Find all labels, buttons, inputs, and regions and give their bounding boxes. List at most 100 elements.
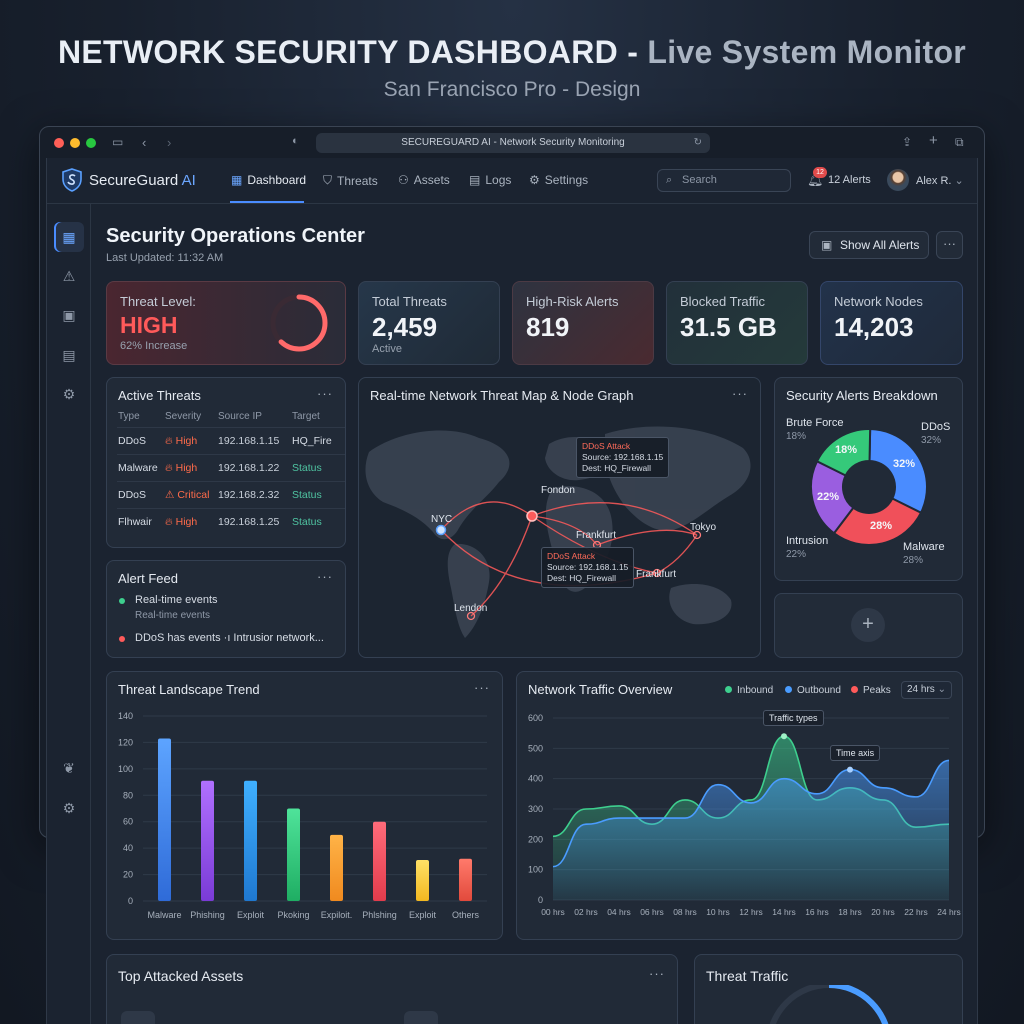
kpi-threat-level[interactable]: Threat Level: HIGH 62% Increase xyxy=(106,281,346,365)
row3-ip: 192.168.2.32 xyxy=(218,489,280,501)
donut-slice-ddos[interactable] xyxy=(868,427,928,515)
row1-severity: 🔥︎ High xyxy=(165,435,197,448)
nav-settings[interactable]: ⚙ Settings xyxy=(529,173,588,187)
y-tick-label: 120 xyxy=(118,737,133,747)
sidebar-document-icon[interactable]: ▤ xyxy=(54,340,84,370)
new-tab-icon[interactable]: + xyxy=(929,132,938,149)
more-options-button[interactable]: ··· xyxy=(936,231,963,259)
alert-feed-title: Alert Feed xyxy=(118,571,178,586)
kpi-blocked-traffic[interactable]: Blocked Traffic 31.5 GB xyxy=(666,281,808,365)
tabs-overview-icon[interactable]: ⧉ xyxy=(955,135,964,150)
minimize-window-button[interactable] xyxy=(70,138,80,148)
city-label-frankfurt: Frankfurt xyxy=(576,530,617,541)
australia-shape xyxy=(669,584,732,625)
time-axis-tag: Time axis xyxy=(830,745,881,761)
bar-malware[interactable] xyxy=(158,738,171,901)
row4-ip: 192.168.1.25 xyxy=(218,516,280,528)
alert-feed-card: Alert Feed ··· Real-time events Real-tim… xyxy=(106,560,346,658)
kpi-total-threats[interactable]: Total Threats 2,459 Active xyxy=(358,281,500,365)
share-icon[interactable]: ⇪ xyxy=(902,135,912,149)
legend-malware-pct: 28% xyxy=(903,555,924,566)
x-tick-label: Exploit xyxy=(409,910,437,920)
shield-logo-icon xyxy=(62,168,82,192)
bar-phlshing[interactable] xyxy=(373,821,386,901)
node-london[interactable] xyxy=(526,510,538,522)
tooltip2-title: DDoS Attack xyxy=(547,551,596,561)
bar-exploit[interactable] xyxy=(416,860,429,901)
x-tick-label: 20 hrs xyxy=(871,907,895,917)
top-attacked-assets-card: Top Attacked Assets ··· xyxy=(106,954,678,1024)
maximize-window-button[interactable] xyxy=(86,138,96,148)
sidebar-leaf-icon[interactable]: ❦ xyxy=(54,753,84,783)
feed-item-1[interactable]: Real-time events xyxy=(135,594,218,606)
sidebar-settings-icon[interactable]: ⚙ xyxy=(54,793,84,823)
sidebar-toggle-icon[interactable]: ▭ xyxy=(112,135,123,149)
sidebar-gear-icon[interactable]: ⚙ xyxy=(54,379,84,409)
feed-alert-dot xyxy=(119,636,125,642)
reload-icon[interactable]: ↻ xyxy=(694,133,702,153)
bar-phishing[interactable] xyxy=(201,780,214,901)
peak-point-inbound[interactable] xyxy=(781,733,787,740)
nav-logs-label: Logs xyxy=(485,173,512,187)
nav-threats[interactable]: ⛉ Threats xyxy=(323,173,378,188)
plus-icon[interactable]: + xyxy=(851,608,885,642)
x-tick-label: Pkoking xyxy=(277,910,309,920)
kpi-high-risk[interactable]: High-Risk Alerts 819 xyxy=(512,281,654,365)
alerts-count[interactable]: 12 Alerts xyxy=(828,174,871,186)
x-tick-label: Exploit xyxy=(237,910,265,920)
nav-dashboard[interactable]: ▦ Dashboard xyxy=(231,173,306,187)
threat-traffic-card: Threat Traffic xyxy=(694,954,963,1024)
bar-exploit[interactable] xyxy=(244,780,257,901)
kpi-network-nodes[interactable]: Network Nodes 14,203 xyxy=(820,281,963,365)
network-traffic-chart: 600 500 400 300 200 100 0 00 hrs 02 hrs 04 hrs 06 … xyxy=(528,713,961,917)
avatar[interactable] xyxy=(887,169,909,191)
show-all-alerts-button[interactable]: ▣ Show All Alerts xyxy=(809,231,929,259)
legend-intrusion-pct: 22% xyxy=(786,549,807,560)
node-nyc[interactable] xyxy=(435,524,447,536)
bar-others[interactable] xyxy=(459,858,472,901)
col-target: Target xyxy=(292,411,320,422)
network-traffic-card: Network Traffic Overview Inbound Outboun… xyxy=(516,671,963,940)
search-input[interactable]: ⌕ Search xyxy=(657,169,791,192)
alert-feed-menu[interactable]: ··· xyxy=(317,569,333,584)
close-window-button[interactable] xyxy=(54,138,64,148)
sidebar-dashboard-icon[interactable]: ▦ xyxy=(54,222,84,252)
feed-item-2[interactable]: DDoS has events ·ı Intrusior network... xyxy=(135,632,324,644)
top-attacked-assets-menu[interactable]: ··· xyxy=(649,966,665,981)
threat-trend-card: Threat Landscape Trend ··· 140 120 100 80 60… xyxy=(106,671,503,940)
active-threats-menu[interactable]: ··· xyxy=(317,386,333,401)
add-widget-card[interactable]: + xyxy=(774,593,963,658)
privacy-shield-icon[interactable]: ◐ xyxy=(292,135,299,147)
nav-assets-label: Assets xyxy=(413,173,450,187)
user-menu[interactable]: Alex R. ⌄ xyxy=(916,174,964,187)
x-tick-label: Phlshing xyxy=(362,910,397,920)
threat-map-menu[interactable]: ··· xyxy=(732,386,748,401)
arc-tokyo-frankfurt xyxy=(656,534,698,574)
sidebar-warning-icon[interactable]: ⚠︎ xyxy=(54,261,84,291)
x-tick-label: 06 hrs xyxy=(640,907,664,917)
nav-assets[interactable]: ⚇ Assets xyxy=(398,173,450,187)
y-tick-label: 600 xyxy=(528,713,543,723)
kpi-threat-level-value: HIGH xyxy=(120,312,178,338)
app-window: SecureGuard AI ▦ Dashboard ⛉ Threats ⚇ Asse… xyxy=(46,158,978,1024)
tooltip2-source: Source: 192.168.1.15 xyxy=(547,562,629,572)
breakdown-donut xyxy=(810,427,928,546)
kpi-total-threats-label: Total Threats xyxy=(372,294,447,309)
y-tick-label: 20 xyxy=(123,870,133,880)
brand-logo[interactable]: SecureGuard AI xyxy=(61,168,196,192)
row2-severity-text: High xyxy=(175,462,198,474)
forward-arrow-icon[interactable]: › xyxy=(167,135,171,150)
bar-expiloit[interactable] xyxy=(330,834,343,901)
sidebar-wallet-icon[interactable]: ▣ xyxy=(54,300,84,330)
peak-point-outbound[interactable] xyxy=(847,766,853,773)
row2-target: Status xyxy=(292,462,322,474)
kpi-nodes-value: 14,203 xyxy=(834,312,914,342)
nav-logs[interactable]: ▤ Logs xyxy=(469,173,511,187)
kpi-total-threats-sub: Active xyxy=(372,343,402,355)
back-arrow-icon[interactable]: ‹ xyxy=(142,135,146,150)
y-tick-label: 80 xyxy=(123,790,133,800)
page-title: Security Operations Center xyxy=(106,225,365,247)
y-tick-label: 60 xyxy=(123,817,133,827)
address-bar[interactable]: SECUREGUARD AI - Network Security Monito… xyxy=(316,133,710,153)
bar-pkoking[interactable] xyxy=(287,808,300,902)
